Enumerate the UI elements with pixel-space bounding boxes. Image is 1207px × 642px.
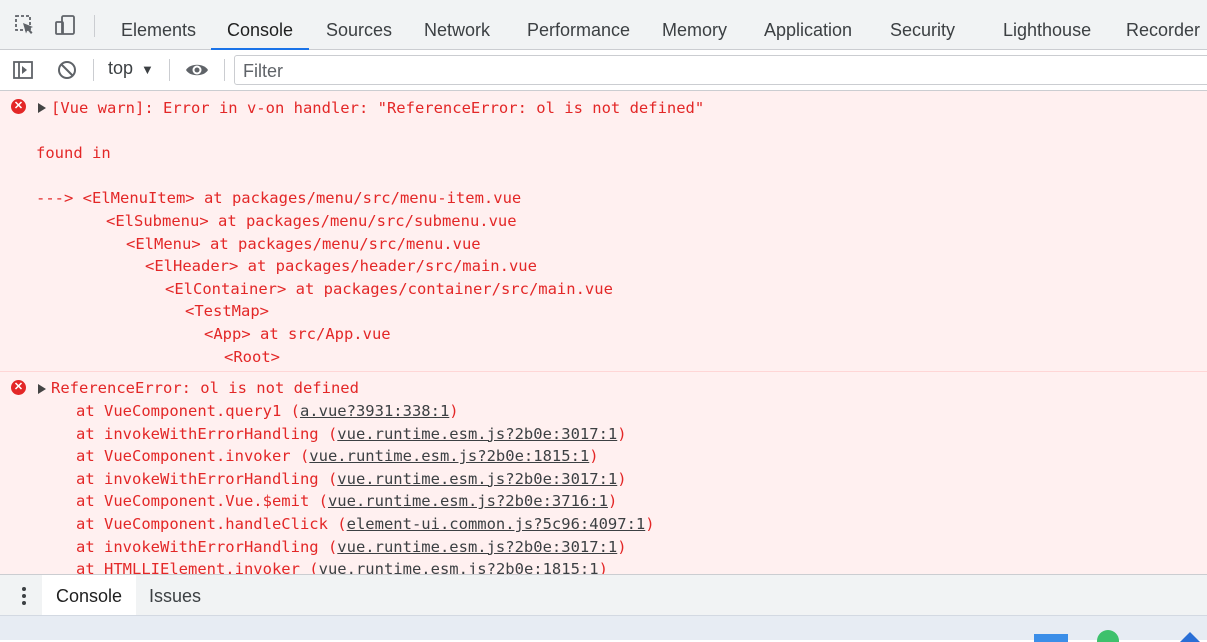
tab-sources[interactable]: Sources [326, 0, 392, 50]
stack-frame: at HTMLLIElement.invoker (vue.runtime.es… [76, 558, 608, 574]
chevron-down-icon: ▼ [141, 62, 154, 77]
source-link[interactable]: vue.runtime.esm.js?2b0e:3017:1 [337, 470, 617, 488]
stack-frame-function: at invokeWithErrorHandling ( [76, 469, 338, 488]
tab-lighthouse[interactable]: Lighthouse [1003, 0, 1091, 50]
stack-frame-close-paren: ) [617, 424, 627, 443]
console-error-message: ✕ ReferenceError: ol is not defined at V… [0, 372, 1207, 574]
stack-frame-close-paren: ) [449, 402, 459, 420]
tab-network[interactable]: Network [424, 0, 490, 50]
message-text: ReferenceError: ol is not defined [51, 379, 359, 397]
clear-console-icon[interactable] [54, 57, 80, 83]
source-link[interactable]: element-ui.common.js?5c96:4097:1 [347, 515, 646, 533]
sidebar-toggle-icon[interactable] [10, 57, 36, 83]
drawer-tab-console[interactable]: Console [42, 575, 137, 615]
message-text: [Vue warn]: Error in v-on handler: "Refe… [51, 99, 705, 117]
app-icon[interactable] [1180, 632, 1200, 642]
message-text: <TestMap> [185, 302, 269, 320]
tab-memory[interactable]: Memory [662, 0, 727, 50]
expand-triangle-icon[interactable] [38, 103, 46, 113]
tab-console[interactable]: Console [210, 0, 310, 50]
stack-frame-function: at invokeWithErrorHandling ( [76, 537, 338, 556]
context-selector[interactable]: top ▼ [108, 58, 154, 79]
windows-start-icon[interactable] [1034, 634, 1068, 642]
source-link[interactable]: vue.runtime.esm.js?2b0e:3017:1 [337, 425, 617, 443]
source-link[interactable]: a.vue?3931:338:1 [300, 402, 449, 420]
message-text: ---> <ElMenuItem> at packages/menu/src/m… [36, 189, 522, 207]
message-text: <ElMenu> at packages/menu/src/menu.vue [126, 235, 481, 253]
message-text: <App> at src/App.vue [204, 325, 391, 343]
stack-frame-function: at HTMLLIElement.invoker ( [76, 560, 319, 574]
stack-frame-close-paren: ) [617, 469, 627, 488]
context-label: top [108, 58, 134, 78]
tab-recorder[interactable]: Recorder [1126, 0, 1200, 50]
tab-application[interactable]: Application [764, 0, 852, 50]
toolbar-divider [224, 59, 225, 81]
message-text: <ElContainer> at packages/container/src/… [165, 280, 613, 298]
tab-performance[interactable]: Performance [527, 0, 630, 50]
stack-frame: at VueComponent.query1 (a.vue?3931:338:1… [76, 400, 459, 422]
message-text: found in [36, 144, 111, 162]
filter-input[interactable]: Filter [234, 55, 1207, 85]
message-text: <Root> [224, 348, 280, 366]
tab-elements[interactable]: Elements [121, 0, 196, 50]
stack-frame: at invokeWithErrorHandling (vue.runtime.… [76, 423, 627, 445]
error-icon: ✕ [11, 380, 26, 395]
filter-placeholder: Filter [243, 61, 283, 81]
message-text: <ElHeader> at packages/header/src/main.v… [145, 257, 537, 275]
device-toolbar-icon[interactable] [52, 12, 78, 38]
stack-frame: at invokeWithErrorHandling (vue.runtime.… [76, 536, 627, 558]
app-icon[interactable] [1097, 630, 1119, 642]
console-messages: ✕ [Vue warn]: Error in v-on handler: "Re… [0, 91, 1207, 574]
os-taskbar [0, 615, 1207, 642]
toolbar-divider [169, 59, 170, 81]
stack-frame-close-paren: ) [589, 447, 599, 466]
stack-frame-function: at VueComponent.query1 ( [76, 402, 300, 420]
stack-frame-function: at VueComponent.handleClick ( [76, 515, 347, 533]
stack-frame: at invokeWithErrorHandling (vue.runtime.… [76, 468, 627, 490]
stack-frame: at VueComponent.invoker (vue.runtime.esm… [76, 445, 599, 467]
more-options-icon[interactable] [14, 585, 34, 607]
stack-frame: at VueComponent.handleClick (element-ui.… [76, 513, 655, 535]
source-link[interactable]: vue.runtime.esm.js?2b0e:3716:1 [328, 492, 608, 510]
stack-frame-close-paren: ) [617, 537, 627, 556]
source-link[interactable]: vue.runtime.esm.js?2b0e:1815:1 [319, 560, 599, 574]
stack-frame-function: at invokeWithErrorHandling ( [76, 424, 338, 443]
tab-security[interactable]: Security [890, 0, 955, 50]
drawer-tab-issues[interactable]: Issues [149, 575, 201, 615]
toolbar-divider [94, 15, 95, 37]
toolbar-divider [93, 59, 94, 81]
message-text: <ElSubmenu> at packages/menu/src/submenu… [106, 212, 517, 230]
inspect-element-icon[interactable] [12, 12, 38, 38]
console-error-message: ✕ [Vue warn]: Error in v-on handler: "Re… [0, 91, 1207, 372]
error-icon: ✕ [11, 99, 26, 114]
console-toolbar: top ▼ Filter [0, 50, 1207, 91]
eye-icon[interactable] [184, 57, 210, 83]
drawer-tab-bar: Console Issues [0, 574, 1207, 615]
stack-frame-close-paren: ) [607, 492, 618, 511]
stack-frame-close-paren: ) [645, 515, 655, 533]
stack-frame-close-paren: ) [598, 560, 608, 574]
stack-frame-function: at VueComponent.invoker ( [76, 447, 310, 466]
stack-frame: at VueComponent.Vue.$emit (vue.runtime.e… [76, 490, 617, 512]
stack-frame-function: at VueComponent.Vue.$emit ( [76, 492, 328, 511]
source-link[interactable]: vue.runtime.esm.js?2b0e:3017:1 [337, 538, 617, 556]
source-link[interactable]: vue.runtime.esm.js?2b0e:1815:1 [309, 447, 589, 465]
devtools-tab-bar: Elements Console Sources Network Perform… [0, 0, 1207, 50]
expand-triangle-icon[interactable] [38, 384, 46, 394]
